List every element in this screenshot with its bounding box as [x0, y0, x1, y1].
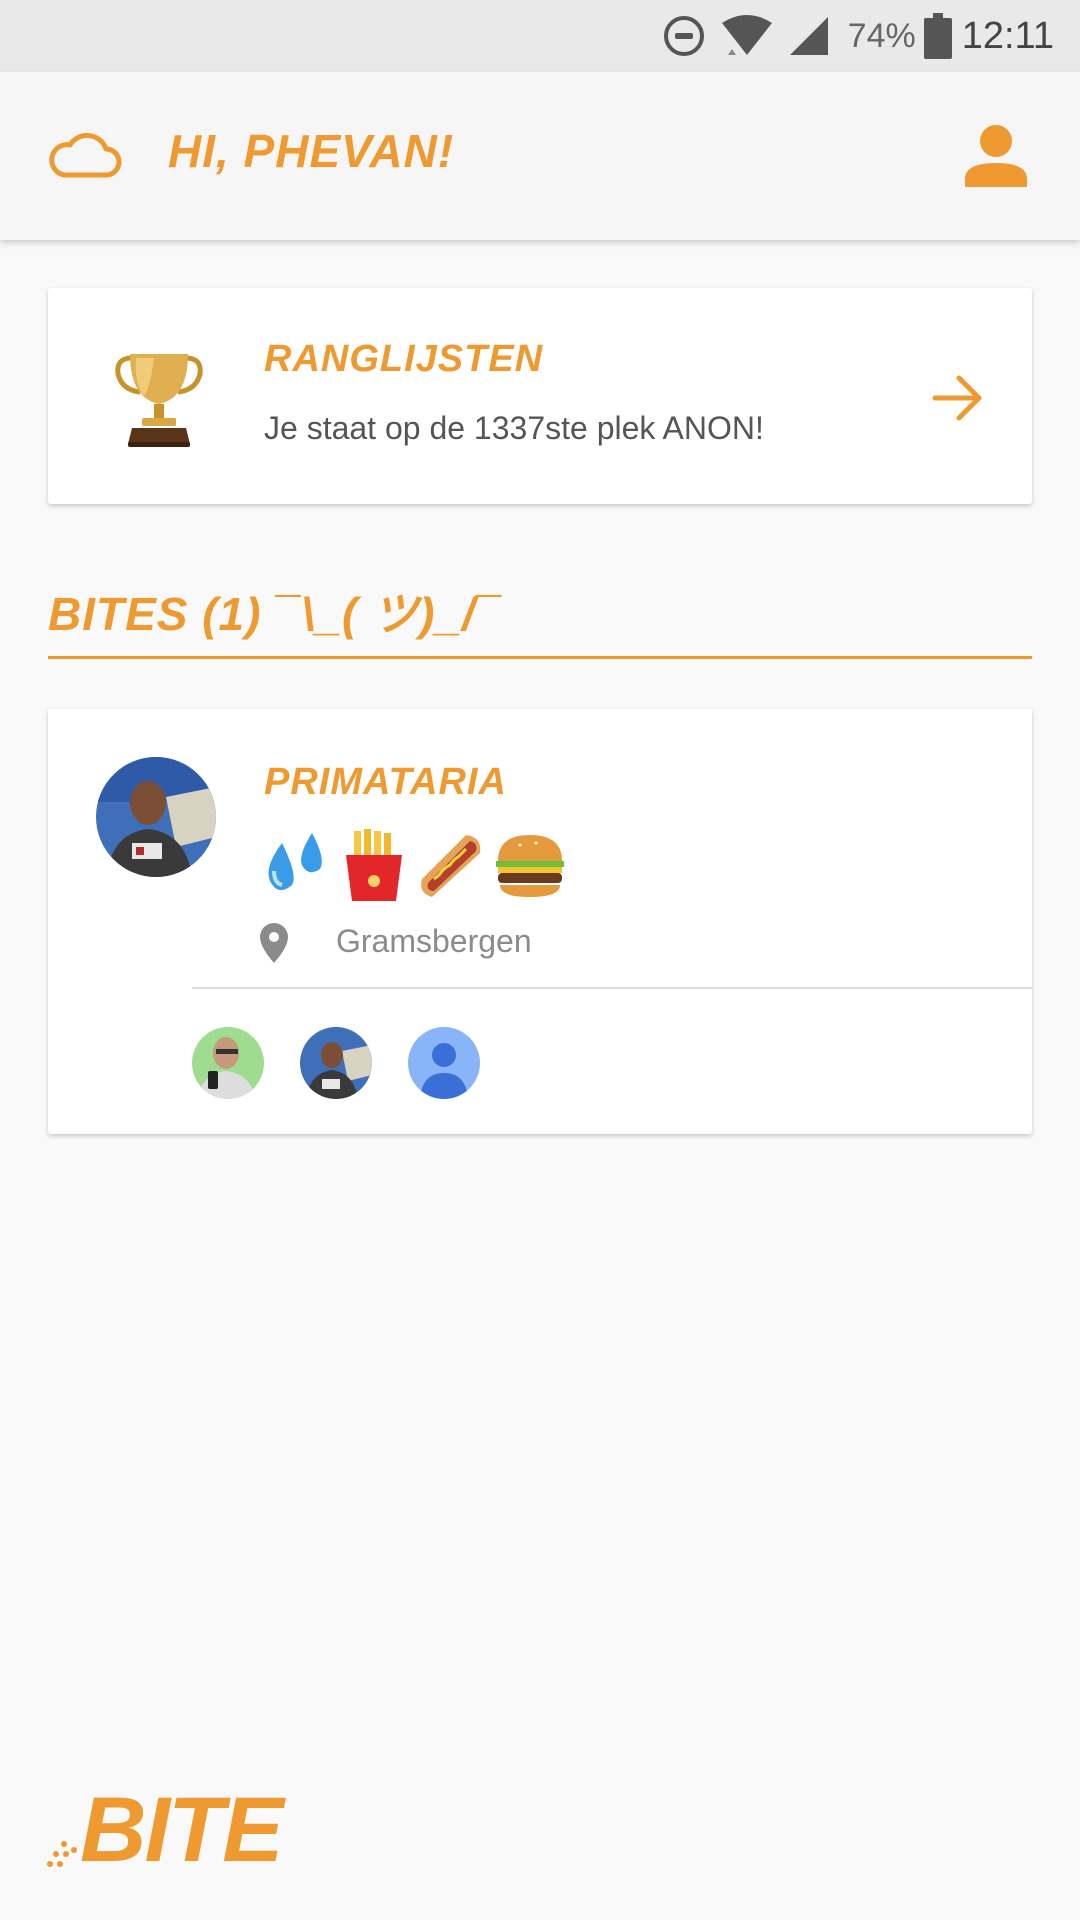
sweat-droplets-icon [258, 827, 334, 903]
battery-percentage: 74% [847, 16, 916, 55]
arrow-right-icon[interactable] [928, 368, 988, 428]
food-icons [258, 827, 570, 903]
bite-place-name: PRIMATARIA [264, 761, 507, 803]
cloud-icon[interactable] [46, 130, 122, 180]
leaderboard-message: Je staat op de 1337ste plek ANON! [264, 410, 764, 446]
cell-signal-icon [788, 15, 830, 57]
bites-heading: BITES (1) ¯\_( ツ)_/¯ [48, 588, 503, 640]
fries-icon [336, 827, 412, 903]
participant-avatar-placeholder[interactable] [408, 1027, 480, 1099]
location-pin-icon [260, 923, 288, 963]
logo-text: BITE [80, 1779, 284, 1881]
trophy-icon [114, 348, 204, 448]
owner-avatar [96, 757, 216, 877]
greeting-title: HI, PHEVAN! [168, 125, 455, 177]
logo-dots-icon [47, 1841, 77, 1867]
section-divider [48, 656, 1032, 659]
do-not-disturb-icon [662, 14, 706, 58]
wifi-icon [720, 15, 774, 57]
status-bar: 74% 12:11 [0, 0, 1080, 72]
battery-icon [923, 13, 952, 59]
profile-icon[interactable] [960, 120, 1032, 192]
leaderboard-title: RANGLIJSTEN [264, 338, 544, 380]
hotdog-icon [414, 827, 490, 903]
bite-logo: BITE [44, 1779, 284, 1881]
clock: 12:11 [961, 14, 1054, 57]
leaderboard-card[interactable]: RANGLIJSTEN Je staat op de 1337ste plek … [48, 288, 1032, 504]
bite-card[interactable]: PRIMATARIA Gramsbergen [48, 709, 1032, 1134]
bite-location: Gramsbergen [336, 923, 532, 959]
participant-avatar-2[interactable] [300, 1027, 372, 1099]
card-divider [192, 987, 1032, 989]
app-bar: HI, PHEVAN! [0, 72, 1080, 240]
burger-icon [492, 827, 568, 903]
participant-avatar-1[interactable] [192, 1027, 264, 1099]
